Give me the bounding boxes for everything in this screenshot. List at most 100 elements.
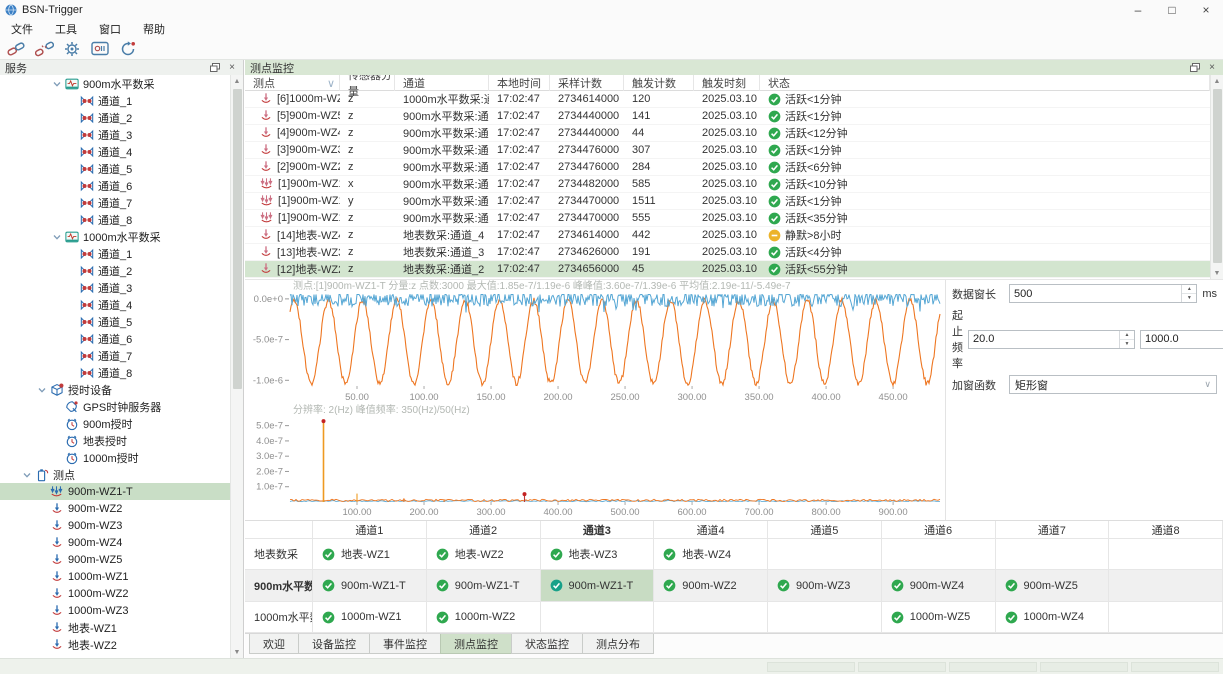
freq-to-input[interactable] [1141,331,1223,348]
tree-item-通道_2[interactable]: 通道_2 [0,109,230,126]
disconnect-icon[interactable] [32,39,56,59]
expander-icon[interactable] [35,385,48,395]
tree-item-1000m授时[interactable]: 1000m授时 [0,449,230,466]
waveform-chart[interactable]: 0.0e+0-5.0e-7-1.0e-650.00100.00150.00200… [245,294,945,404]
matrix-cell-900m-WZ2[interactable]: 900m-WZ2 [654,570,768,602]
spinner-buttons[interactable]: ▲▼ [1119,331,1134,348]
tree-item-地表-WZ1[interactable]: 地表-WZ1 [0,619,230,636]
minimize-button[interactable]: – [1121,0,1155,20]
table-row[interactable]: [1]900m-WZ1-Tz900m水平数采:通道_317:02:4727344… [245,210,1210,227]
expander-icon[interactable] [20,470,33,480]
tree-item-通道_1[interactable]: 通道_1 [0,245,230,262]
table-row[interactable]: [1]900m-WZ1-Ty900m水平数采:通道_217:02:4727344… [245,193,1210,210]
close-button[interactable]: × [1189,0,1223,20]
spin-down-icon[interactable]: ▼ [1182,294,1196,302]
tree-item-地表授时[interactable]: 地表授时 [0,432,230,449]
freq-from-input[interactable] [969,331,1119,348]
tree-item-GPS时钟服务器[interactable]: GPS时钟服务器 [0,398,230,415]
maximize-button[interactable]: □ [1155,0,1189,20]
matrix-cell-1000m-WZ5[interactable]: 1000m-WZ5 [882,602,996,633]
tree-item-900m水平数采[interactable]: 900m水平数采 [0,75,230,92]
column-header-触发计数[interactable]: 触发计数 [624,75,694,91]
tree-item-通道_6[interactable]: 通道_6 [0,177,230,194]
table-row[interactable]: [6]1000m-WZ1z1000m水平数采:通道_117:02:4727346… [245,91,1210,108]
scrollbar-thumb[interactable] [233,89,242,389]
matrix-cell-900m-WZ1-T[interactable]: 900m-WZ1-T [427,570,541,602]
tree-item-通道_4[interactable]: 通道_4 [0,296,230,313]
matrix-cell-地表-WZ4[interactable]: 地表-WZ4 [654,539,768,570]
matrix-cell-1000m-WZ4[interactable]: 1000m-WZ4 [996,602,1110,633]
tree-item-授时设备[interactable]: 授时设备 [0,381,230,398]
table-row[interactable]: [13]地表-WZ3z地表数采:通道_317:02:47273462600019… [245,244,1210,261]
tree-item-通道_3[interactable]: 通道_3 [0,279,230,296]
column-header-测点[interactable]: 测点∨ [245,75,340,91]
column-header-本地时间[interactable]: 本地时间 [489,75,550,91]
connect-icon[interactable] [4,39,28,59]
spin-up-icon[interactable]: ▲ [1182,285,1196,294]
tab-测点分布[interactable]: 测点分布 [582,634,654,654]
tab-设备监控[interactable]: 设备监控 [298,634,370,654]
table-row[interactable]: [12]地表-WZ2z地表数采:通道_217:02:47273465600045… [245,261,1210,278]
tab-事件监控[interactable]: 事件监控 [369,634,441,654]
menu-工具[interactable]: 工具 [44,20,88,38]
tree-item-通道_7[interactable]: 通道_7 [0,194,230,211]
column-header-触发时刻[interactable]: 触发时刻 [694,75,760,91]
spin-down-icon[interactable]: ▼ [1120,340,1134,348]
column-header-采样计数[interactable]: 采样计数 [550,75,624,91]
tree-item-900m-WZ5[interactable]: 900m-WZ5 [0,551,230,568]
refresh-icon[interactable] [116,39,140,59]
matrix-cell-900m-WZ4[interactable]: 900m-WZ4 [882,570,996,602]
tree-item-测点[interactable]: 测点 [0,466,230,483]
matrix-cell-900m-WZ1-T[interactable]: 900m-WZ1-T [541,570,655,602]
spectrum-chart[interactable]: 5.0e-74.0e-73.0e-72.0e-71.0e-7100.00200.… [245,418,945,521]
tree-item-通道_8[interactable]: 通道_8 [0,364,230,381]
menu-文件[interactable]: 文件 [0,20,44,38]
tree-item-1000m-WZ2[interactable]: 1000m-WZ2 [0,585,230,602]
spin-up-icon[interactable]: ▲ [1120,331,1134,340]
menu-窗口[interactable]: 窗口 [88,20,132,38]
tab-测点监控[interactable]: 测点监控 [440,634,512,654]
tree-item-通道_6[interactable]: 通道_6 [0,330,230,347]
matrix-cell-1000m-WZ2[interactable]: 1000m-WZ2 [427,602,541,633]
tree-item-900m-WZ4[interactable]: 900m-WZ4 [0,534,230,551]
tree-item-通道_2[interactable]: 通道_2 [0,262,230,279]
matrix-cell-地表-WZ2[interactable]: 地表-WZ2 [427,539,541,570]
close-panel-icon[interactable]: × [226,62,238,74]
tree-item-1000m-WZ1[interactable]: 1000m-WZ1 [0,568,230,585]
scroll-up-icon[interactable]: ▲ [1211,75,1223,87]
tree-item-通道_5[interactable]: 通道_5 [0,160,230,177]
tree-item-900m授时[interactable]: 900m授时 [0,415,230,432]
tree-item-通道_3[interactable]: 通道_3 [0,126,230,143]
scrollbar-thumb[interactable] [1213,89,1222,263]
matrix-cell-900m-WZ1-T[interactable]: 900m-WZ1-T [313,570,427,602]
matrix-cell-900m-WZ3[interactable]: 900m-WZ3 [768,570,882,602]
table-row[interactable]: [5]900m-WZ5z900m水平数采:通道_717:02:472734440… [245,108,1210,125]
float-panel-icon[interactable] [209,62,221,74]
expander-icon[interactable] [50,232,63,242]
tree-item-900m-WZ2[interactable]: 900m-WZ2 [0,500,230,517]
matrix-cell-地表-WZ3[interactable]: 地表-WZ3 [541,539,655,570]
matrix-cell-1000m-WZ1[interactable]: 1000m-WZ1 [313,602,427,633]
tree-item-1000m-WZ3[interactable]: 1000m-WZ3 [0,602,230,619]
table-row[interactable]: [2]900m-WZ2z900m水平数采:通道_417:02:472734476… [245,159,1210,176]
io-panel-icon[interactable] [88,39,112,59]
window-length-input[interactable] [1010,285,1181,302]
tree-item-900m-WZ3[interactable]: 900m-WZ3 [0,517,230,534]
expander-icon[interactable] [50,79,63,89]
scroll-down-icon[interactable]: ▼ [231,646,243,658]
tree-item-地表-WZ2[interactable]: 地表-WZ2 [0,636,230,653]
spinner-buttons[interactable]: ▲▼ [1181,285,1196,302]
scroll-up-icon[interactable]: ▲ [231,75,243,87]
matrix-cell-地表-WZ1[interactable]: 地表-WZ1 [313,539,427,570]
table-row[interactable]: [4]900m-WZ4z900m水平数采:通道_617:02:472734440… [245,125,1210,142]
column-header-状态[interactable]: 状态 [760,75,1210,91]
tree-item-900m-WZ1-T[interactable]: 900m-WZ1-T [0,483,230,500]
matrix-cell-900m-WZ5[interactable]: 900m-WZ5 [996,570,1110,602]
tree-item-通道_7[interactable]: 通道_7 [0,347,230,364]
tree-item-1000m水平数采[interactable]: 1000m水平数采 [0,228,230,245]
tree-item-通道_4[interactable]: 通道_4 [0,143,230,160]
float-panel-icon[interactable] [1189,62,1201,74]
tab-状态监控[interactable]: 状态监控 [511,634,583,654]
menu-帮助[interactable]: 帮助 [132,20,176,38]
tree-item-通道_8[interactable]: 通道_8 [0,211,230,228]
